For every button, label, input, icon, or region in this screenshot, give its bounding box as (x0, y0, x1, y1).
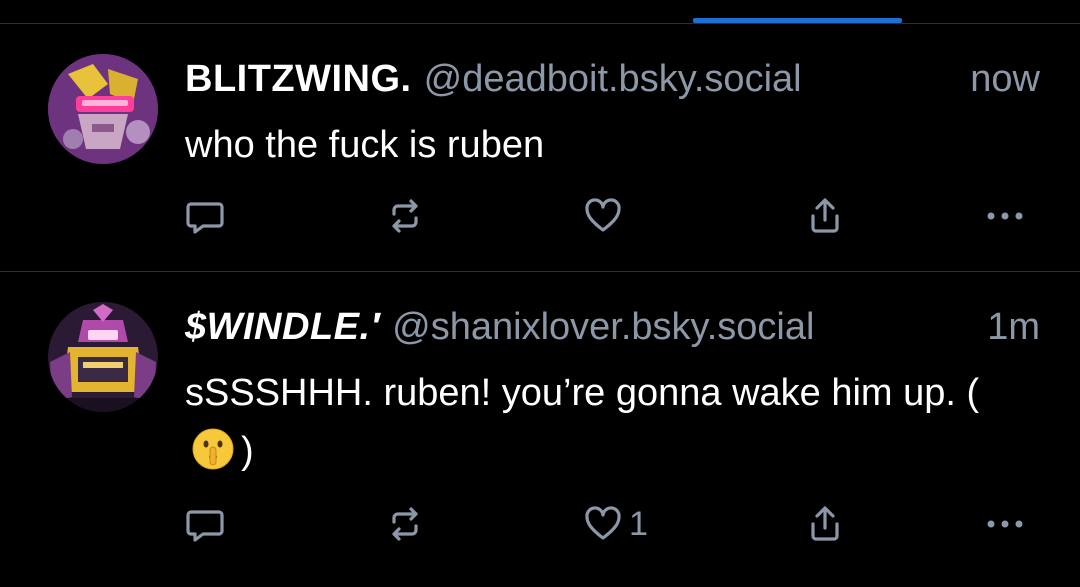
reply-icon (186, 510, 224, 542)
handle[interactable]: @deadboit.bsky.social (424, 58, 802, 100)
share-icon (811, 198, 839, 233)
repost-icon (392, 199, 418, 233)
more-icon (987, 520, 1023, 528)
more-button[interactable] (983, 194, 1027, 238)
like-button[interactable]: 1 (583, 502, 648, 546)
reply-button[interactable] (185, 194, 225, 238)
shushing-face-emoji (192, 428, 234, 470)
like-count: 1 (629, 504, 648, 543)
avatar[interactable] (48, 302, 158, 412)
share-icon (811, 506, 839, 541)
like-button[interactable] (583, 194, 629, 238)
display-name[interactable]: $WINDLE.′ (185, 306, 380, 348)
active-tab-indicator (693, 18, 902, 23)
avatar[interactable] (48, 54, 158, 164)
post[interactable]: $WINDLE.′ @shanixlover.bsky.social 1m sSS… (0, 272, 1080, 587)
display-name[interactable]: BLITZWING. (185, 58, 412, 100)
post-text: sSSSHHH. ruben! you’re gonna wake him up… (185, 364, 1025, 480)
post-text-main: sSSSHHH. ruben! you’re gonna wake him up… (185, 372, 980, 414)
robot-avatar-purple (48, 302, 158, 412)
repost-button[interactable] (385, 502, 425, 546)
post-header: $WINDLE.′ @shanixlover.bsky.social (185, 304, 814, 350)
more-button[interactable] (983, 502, 1027, 546)
reply-icon (186, 202, 224, 234)
more-icon (987, 212, 1023, 220)
repost-button[interactable] (385, 194, 425, 238)
like-icon (585, 506, 621, 540)
post-text: who the fuck is ruben (185, 124, 545, 166)
post-actions (185, 194, 1035, 238)
share-button[interactable] (805, 194, 845, 238)
share-button[interactable] (805, 502, 845, 546)
timestamp[interactable]: 1m (987, 304, 1040, 350)
post-actions: 1 (185, 502, 1035, 546)
reply-button[interactable] (185, 502, 225, 546)
robot-avatar-pink (48, 54, 158, 164)
post-header: BLITZWING. @deadboit.bsky.social (185, 56, 802, 102)
post-text-tail: ) (241, 430, 254, 472)
timestamp[interactable]: now (970, 56, 1040, 102)
like-icon (585, 198, 621, 232)
post[interactable]: BLITZWING. @deadboit.bsky.social now who … (0, 24, 1080, 271)
repost-icon (392, 507, 418, 541)
handle[interactable]: @shanixlover.bsky.social (392, 306, 814, 348)
